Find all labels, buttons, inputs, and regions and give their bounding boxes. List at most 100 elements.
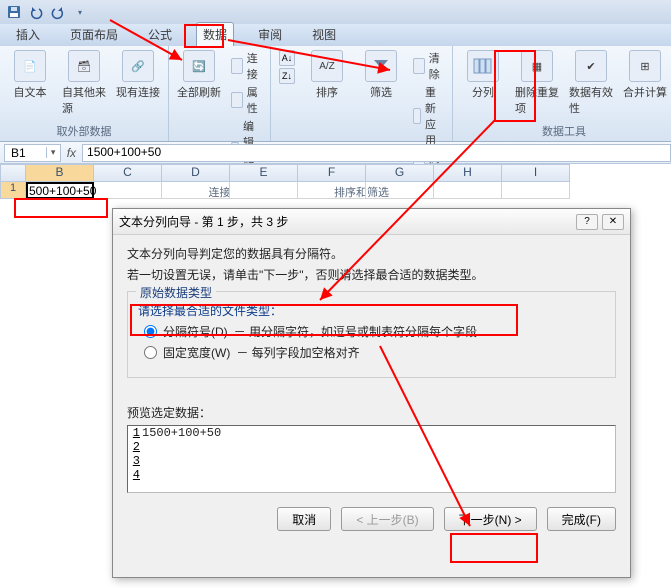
col-header[interactable]: G <box>366 164 434 182</box>
fx-icon[interactable]: fx <box>67 146 76 160</box>
funnel-icon <box>365 50 397 82</box>
label: 清除 <box>429 50 444 82</box>
chevron-down-icon[interactable]: ▾ <box>46 147 60 158</box>
column-headers: B C D E F G H I <box>0 164 671 182</box>
row-headers: 1 <box>0 182 26 199</box>
preview-line: 1500+100+50 <box>142 426 221 440</box>
col-header[interactable]: D <box>162 164 230 182</box>
col-header[interactable]: B <box>26 164 94 182</box>
sort-asc-icon: A↓ <box>279 50 295 66</box>
help-button[interactable]: ? <box>576 214 598 230</box>
reapply-icon <box>413 108 421 124</box>
qat-dropdown-icon[interactable]: ▾ <box>70 2 90 22</box>
dialog-titlebar[interactable]: 文本分列向导 - 第 1 步，共 3 步 ? ✕ <box>113 209 630 235</box>
fixed-width-radio[interactable] <box>144 346 157 359</box>
formula-input[interactable]: 1500+100+50 <box>82 144 671 162</box>
group-title: 数据工具 <box>542 121 586 139</box>
group-title: 取外部数据 <box>57 121 112 139</box>
tab-review[interactable]: 审阅 <box>252 23 288 46</box>
refresh-icon: 🔄 <box>183 50 215 82</box>
prompt-text: 请选择最合适的文件类型： <box>138 302 605 319</box>
cell[interactable] <box>502 182 570 199</box>
tab-insert[interactable]: 插入 <box>10 23 46 46</box>
props-icon <box>231 92 243 108</box>
ribbon: 📄自文本 🗃自其他来源 🔗现有连接 取外部数据 🔄全部刷新 连接 属性 编辑链接… <box>0 46 671 142</box>
name-box-value: B1 <box>5 146 46 160</box>
original-data-type-fieldset: 原始数据类型 请选择最合适的文件类型： 分隔符号(D) － 用分隔字符，如逗号或… <box>127 291 616 378</box>
sort-button[interactable]: A/Z排序 <box>305 50 349 100</box>
cell[interactable] <box>298 182 366 199</box>
delimited-option[interactable]: 分隔符号(D) － 用分隔字符，如逗号或制表符分隔每个字段 <box>144 323 605 340</box>
fixed-width-option[interactable]: 固定宽度(W) － 每列字段加空格对齐 <box>144 344 605 361</box>
preview-line-no: 2 <box>128 440 142 454</box>
connections-button[interactable]: 连接 <box>231 50 262 82</box>
label: 删除重复项 <box>515 84 559 116</box>
label: 排序 <box>316 84 338 100</box>
delimited-radio[interactable] <box>144 325 157 338</box>
col-header[interactable]: F <box>298 164 366 182</box>
fieldset-legend: 原始数据类型 <box>136 284 216 301</box>
group-external-data: 📄自文本 🗃自其他来源 🔗 现有连接 取外部数据 <box>0 46 169 141</box>
preview-line-no: 1 <box>128 426 142 440</box>
undo-icon[interactable] <box>26 2 46 22</box>
finish-button[interactable]: 完成(F) <box>547 507 616 531</box>
cell[interactable] <box>94 182 162 199</box>
preview-box[interactable]: 11500+100+50 2 3 4 <box>127 425 616 493</box>
cell-b1[interactable]: 500+100+50 <box>26 182 94 199</box>
tab-data[interactable]: 数据 <box>196 22 234 46</box>
select-all-button[interactable] <box>0 164 26 182</box>
redo-icon[interactable] <box>48 2 68 22</box>
text-wizard-dialog: 文本分列向导 - 第 1 步，共 3 步 ? ✕ 文本分列向导判定您的数据具有分… <box>112 208 631 578</box>
link-icon: 🔗 <box>122 50 154 82</box>
existing-conn-button[interactable]: 🔗 现有连接 <box>116 50 160 100</box>
from-text-button[interactable]: 📄自文本 <box>8 50 52 100</box>
label: 现有连接 <box>116 84 160 100</box>
label: 固定宽度(W) <box>163 344 230 361</box>
cell[interactable] <box>162 182 230 199</box>
clear-filter-button[interactable]: 清除 <box>413 50 444 82</box>
save-icon[interactable] <box>4 2 24 22</box>
label-desc: － 用分隔字符，如逗号或制表符分隔每个字段 <box>234 323 477 340</box>
label: 自文本 <box>14 84 47 100</box>
col-header[interactable]: C <box>94 164 162 182</box>
label: 全部刷新 <box>177 84 221 100</box>
label: 连接 <box>247 50 262 82</box>
preview-label: 预览选定数据： <box>127 404 616 421</box>
sort-desc-button[interactable]: Z↓ <box>279 68 295 84</box>
cancel-button[interactable]: 取消 <box>277 507 331 531</box>
reapply-button[interactable]: 重新应用 <box>413 84 444 148</box>
close-button[interactable]: ✕ <box>602 214 624 230</box>
tab-view[interactable]: 视图 <box>306 23 342 46</box>
name-box[interactable]: B1▾ <box>4 144 61 162</box>
consolidate-button[interactable]: ⊞合并计算 <box>623 50 667 100</box>
dialog-buttons: 取消 < 上一步(B) 下一步(N) > 完成(F) <box>127 507 616 531</box>
preview-line-no: 3 <box>128 454 142 468</box>
cell[interactable] <box>366 182 434 199</box>
col-header[interactable]: I <box>502 164 570 182</box>
sort-asc-button[interactable]: A↓ <box>279 50 295 66</box>
properties-button[interactable]: 属性 <box>231 84 262 116</box>
quick-access-toolbar: ▾ <box>0 0 671 24</box>
tab-formulas[interactable]: 公式 <box>142 23 178 46</box>
refresh-all-button[interactable]: 🔄 全部刷新 <box>177 50 221 100</box>
col-header[interactable]: H <box>434 164 502 182</box>
cell[interactable] <box>230 182 298 199</box>
label-desc: － 每列字段加空格对齐 <box>236 344 359 361</box>
cell[interactable] <box>434 182 502 199</box>
filter-button[interactable]: 筛选 <box>359 50 403 100</box>
text-to-columns-button[interactable]: 分列 <box>461 50 505 100</box>
database-icon: 🗃 <box>68 50 100 82</box>
row-header[interactable]: 1 <box>0 182 26 199</box>
from-other-button[interactable]: 🗃自其他来源 <box>62 50 106 116</box>
group-sort-filter: A↓ Z↓ A/Z排序 筛选 清除 重新应用 高级 排序和筛选 <box>271 46 453 141</box>
annotation-box <box>14 198 108 218</box>
remove-duplicates-button[interactable]: ▦删除重复项 <box>515 50 559 116</box>
label: 属性 <box>247 84 262 116</box>
group-connections: 🔄全部刷新 连接 属性 编辑链接 连接 <box>169 46 271 141</box>
col-header[interactable]: E <box>230 164 298 182</box>
tab-layout[interactable]: 页面布局 <box>64 23 124 46</box>
label: 数据有效性 <box>569 84 613 116</box>
clear-icon <box>413 58 425 74</box>
next-button[interactable]: 下一步(N) > <box>444 507 537 531</box>
data-validation-button[interactable]: ✔数据有效性 <box>569 50 613 116</box>
